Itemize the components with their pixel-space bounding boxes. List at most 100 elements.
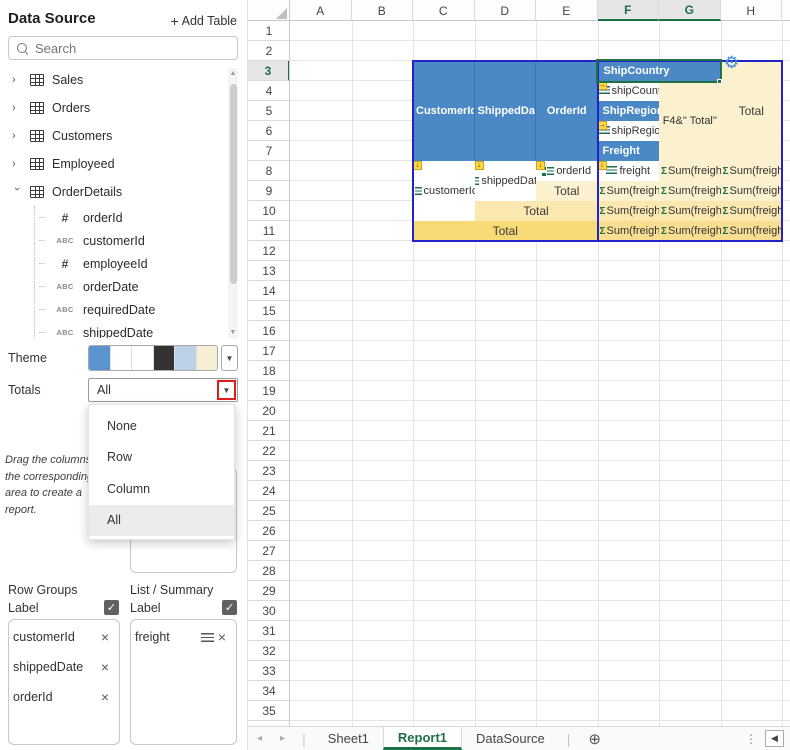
list-summary-label-checkbox[interactable]: ✓ — [222, 600, 237, 615]
cell-shipregion-header[interactable]: ShipRegion — [598, 101, 660, 121]
row-header-14[interactable]: 14 — [248, 281, 290, 301]
row-header-1[interactable]: 1 — [248, 21, 290, 41]
cell-group-total-formula[interactable]: F4&" Total" — [659, 81, 721, 161]
field-customerid[interactable]: ABC customerId — [35, 229, 228, 252]
row-header-29[interactable]: 29 — [248, 581, 290, 601]
field-employeeid[interactable]: # employeeId — [35, 252, 228, 275]
row-header-10[interactable]: 10 — [248, 201, 290, 221]
cell-shipcountry-field[interactable]: → shipCountry — [598, 81, 660, 101]
row-header-19[interactable]: 19 — [248, 381, 290, 401]
row-header-4[interactable]: 4 — [248, 81, 290, 101]
tree-item-orderdetails[interactable]: › OrderDetails — [0, 178, 228, 206]
row-header-9[interactable]: 9 — [248, 181, 290, 201]
totals-dropdown[interactable]: All ▼ — [88, 378, 238, 402]
search-input[interactable]: Search — [8, 36, 238, 60]
row-header-5[interactable]: 5 — [248, 101, 290, 121]
tree-item-employeed[interactable]: › Employeed — [0, 150, 228, 178]
row-header-35[interactable]: 35 — [248, 701, 290, 721]
theme-swatch-picker[interactable] — [88, 345, 218, 371]
next-sheet-icon[interactable]: ▸ — [271, 733, 294, 744]
row-header-20[interactable]: 20 — [248, 401, 290, 421]
scroll-down-icon[interactable]: ▼ — [228, 329, 238, 336]
row-header-27[interactable]: 27 — [248, 541, 290, 561]
totals-option-all[interactable]: All — [89, 505, 234, 537]
row-header-33[interactable]: 33 — [248, 661, 290, 681]
drag-handle-icon[interactable]: ⋮ — [745, 732, 757, 746]
tab-datasource[interactable]: DataSource — [462, 727, 559, 750]
scroll-up-icon[interactable]: ▲ — [228, 70, 238, 77]
cell-sum-f10[interactable]: ΣSum(freight) — [598, 201, 660, 221]
cell-total-e9[interactable]: Total — [536, 181, 598, 201]
row-header-8[interactable]: 8 — [248, 161, 290, 181]
row-header-18[interactable]: 18 — [248, 361, 290, 381]
row-header-16[interactable]: 16 — [248, 321, 290, 341]
row-header-23[interactable]: 23 — [248, 461, 290, 481]
cell-sum-h10[interactable]: ΣSum(freight) — [721, 201, 783, 221]
hscroll-left-button[interactable]: ◀ — [765, 730, 784, 747]
cell-freight-field[interactable]: ↓ freight — [598, 161, 660, 181]
chevron-right-icon[interactable]: › — [12, 74, 22, 86]
row-header-25[interactable]: 25 — [248, 501, 290, 521]
tree-item-orders[interactable]: › Orders — [0, 94, 228, 122]
cell-grand-total[interactable]: Total — [413, 221, 598, 241]
prev-sheet-icon[interactable]: ◂ — [248, 733, 271, 744]
totals-dropdown-arrow-highlighted[interactable]: ▼ — [217, 380, 236, 400]
row-groups-label-checkbox[interactable]: ✓ — [104, 600, 119, 615]
row-header-15[interactable]: 15 — [248, 301, 290, 321]
cell-orderid-field[interactable]: ↓ orderId — [536, 161, 598, 181]
cell-shipregion-field[interactable]: → shipRegion — [598, 121, 660, 141]
row-header-3[interactable]: 3 — [248, 61, 290, 81]
gear-icon[interactable]: ⚙ — [724, 54, 739, 71]
tab-report1[interactable]: Report1 — [383, 727, 462, 750]
column-header-C[interactable]: C — [413, 0, 475, 21]
row-groups-drop-area[interactable]: customerId × shippedDate × orderId × — [8, 619, 120, 745]
cell-sum-h8[interactable]: ΣSum(freight) — [721, 161, 783, 181]
summary-chip-freight[interactable]: freight × — [135, 627, 226, 647]
row-header-2[interactable]: 2 — [248, 41, 290, 61]
cell-sum-h11[interactable]: ΣSum(freight) — [721, 221, 783, 241]
remove-icon[interactable]: × — [218, 629, 226, 645]
cell-sum-h9[interactable]: ΣSum(freight) — [721, 181, 783, 201]
cell-total-d10[interactable]: Total — [475, 201, 598, 221]
column-header-E[interactable]: E — [536, 0, 598, 21]
row-header-11[interactable]: 11 — [248, 221, 290, 241]
column-header-H[interactable]: H — [721, 0, 783, 21]
row-header-24[interactable]: 24 — [248, 481, 290, 501]
tree-item-customers[interactable]: › Customers — [0, 122, 228, 150]
totals-option-row[interactable]: Row — [89, 442, 234, 474]
row-header-12[interactable]: 12 — [248, 241, 290, 261]
theme-dropdown-button[interactable]: ▼ — [221, 345, 238, 371]
row-group-chip-orderid[interactable]: orderId × — [13, 687, 109, 707]
cell-sum-g11[interactable]: ΣSum(freight) — [659, 221, 721, 241]
chevron-right-icon[interactable]: › — [12, 102, 22, 114]
cell-shippeddate-header[interactable]: ShippedDate — [475, 61, 537, 161]
remove-icon[interactable]: × — [101, 629, 109, 645]
row-header-17[interactable]: 17 — [248, 341, 290, 361]
cell-sum-g10[interactable]: ΣSum(freight) — [659, 201, 721, 221]
chevron-right-icon[interactable]: › — [12, 158, 22, 170]
cell-freight-header[interactable]: Freight — [598, 141, 660, 161]
cell-orderid-header[interactable]: OrderId — [536, 61, 598, 161]
add-sheet-icon[interactable]: ⊕ — [578, 730, 611, 748]
remove-icon[interactable]: × — [101, 659, 109, 675]
tree-scrollbar[interactable]: ▲ ▼ — [228, 68, 238, 338]
row-header-30[interactable]: 30 — [248, 601, 290, 621]
row-header-21[interactable]: 21 — [248, 421, 290, 441]
scrollbar-thumb[interactable] — [230, 84, 237, 284]
row-header-6[interactable]: 6 — [248, 121, 290, 141]
row-group-chip-customerid[interactable]: customerId × — [13, 627, 109, 647]
cell-column-total-header[interactable]: Total — [721, 61, 783, 161]
row-header-22[interactable]: 22 — [248, 441, 290, 461]
row-header-28[interactable]: 28 — [248, 561, 290, 581]
cell-sum-g8[interactable]: ΣSum(freight) — [659, 161, 721, 181]
field-shippeddate[interactable]: ABC shippedDate — [35, 321, 228, 338]
column-header-D[interactable]: D — [475, 0, 537, 21]
cell-sum-f11[interactable]: ΣSum(freight) — [598, 221, 660, 241]
row-header-26[interactable]: 26 — [248, 521, 290, 541]
select-all-corner[interactable] — [248, 0, 290, 21]
row-header-13[interactable]: 13 — [248, 261, 290, 281]
row-header-34[interactable]: 34 — [248, 681, 290, 701]
cell-customerid-field[interactable]: ↓ customerId — [413, 161, 475, 221]
field-orderid[interactable]: # orderId — [35, 206, 228, 229]
field-requireddate[interactable]: ABC requiredDate — [35, 298, 228, 321]
